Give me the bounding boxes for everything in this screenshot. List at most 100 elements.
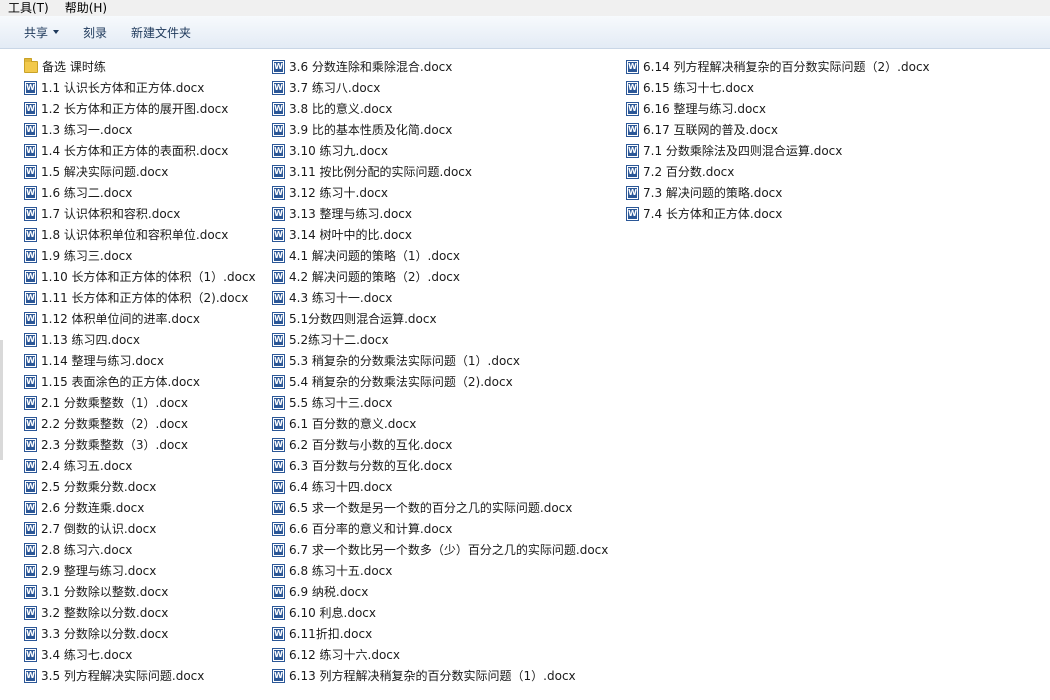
file-item[interactable]: 6.11折扣.docx: [272, 623, 608, 644]
file-name: 3.3 分数除以分数.docx: [41, 626, 169, 641]
file-name: 6.4 练习十四.docx: [289, 479, 393, 494]
file-item[interactable]: 3.1 分数除以整数.docx: [24, 581, 256, 602]
file-name: 2.6 分数连乘.docx: [41, 500, 145, 515]
file-name: 1.15 表面涂色的正方体.docx: [41, 374, 201, 389]
file-item[interactable]: 7.2 百分数.docx: [626, 161, 930, 182]
file-item[interactable]: 3.9 比的基本性质及化简.docx: [272, 119, 608, 140]
file-item[interactable]: 6.5 求一个数是另一个数的百分之几的实际问题.docx: [272, 497, 608, 518]
file-item[interactable]: 1.9 练习三.docx: [24, 245, 256, 266]
file-item[interactable]: 1.6 练习二.docx: [24, 182, 256, 203]
new-folder-button[interactable]: 新建文件夹: [119, 20, 203, 44]
file-item[interactable]: 3.3 分数除以分数.docx: [24, 623, 256, 644]
file-item[interactable]: 5.5 练习十三.docx: [272, 392, 608, 413]
word-doc-icon: [272, 59, 285, 74]
file-item[interactable]: 3.4 练习七.docx: [24, 644, 256, 665]
word-doc-icon: [626, 101, 639, 116]
file-item[interactable]: 6.17 互联网的普及.docx: [626, 119, 930, 140]
word-doc-icon: [272, 227, 285, 242]
file-item[interactable]: 1.12 体积单位间的进率.docx: [24, 308, 256, 329]
file-item[interactable]: 1.4 长方体和正方体的表面积.docx: [24, 140, 256, 161]
file-item[interactable]: 6.4 练习十四.docx: [272, 476, 608, 497]
file-item[interactable]: 2.4 练习五.docx: [24, 455, 256, 476]
file-item[interactable]: 6.1 百分数的意义.docx: [272, 413, 608, 434]
file-item[interactable]: 6.12 练习十六.docx: [272, 644, 608, 665]
file-item[interactable]: 1.7 认识体积和容积.docx: [24, 203, 256, 224]
file-item[interactable]: 7.4 长方体和正方体.docx: [626, 203, 930, 224]
file-name: 6.17 互联网的普及.docx: [643, 122, 779, 137]
file-item[interactable]: 3.2 整数除以分数.docx: [24, 602, 256, 623]
file-item[interactable]: 5.1分数四则混合运算.docx: [272, 308, 608, 329]
burn-button[interactable]: 刻录: [71, 20, 119, 44]
menu-help[interactable]: 帮助(H): [65, 1, 107, 15]
file-item[interactable]: 1.3 练习一.docx: [24, 119, 256, 140]
file-item[interactable]: 1.14 整理与练习.docx: [24, 350, 256, 371]
file-item[interactable]: 1.13 练习四.docx: [24, 329, 256, 350]
file-list-view[interactable]: 备选 课时练 1.1 认识长方体和正方体.docx 1.2 长方体和正方体的展开图.…: [0, 50, 1050, 700]
file-item[interactable]: 7.3 解决问题的策略.docx: [626, 182, 930, 203]
file-item[interactable]: 3.7 练习八.docx: [272, 77, 608, 98]
file-item[interactable]: 5.2练习十二.docx: [272, 329, 608, 350]
file-name: 6.8 练习十五.docx: [289, 563, 393, 578]
word-doc-icon: [272, 563, 285, 578]
file-item[interactable]: 6.10 利息.docx: [272, 602, 608, 623]
file-item[interactable]: 3.6 分数连除和乘除混合.docx: [272, 56, 608, 77]
file-item[interactable]: 2.8 练习六.docx: [24, 539, 256, 560]
file-name: 4.2 解决问题的策略（2）.docx: [289, 269, 461, 284]
file-item[interactable]: 3.8 比的意义.docx: [272, 98, 608, 119]
file-item[interactable]: 2.5 分数乘分数.docx: [24, 476, 256, 497]
file-item[interactable]: 6.9 纳税.docx: [272, 581, 608, 602]
file-item[interactable]: 1.8 认识体积单位和容积单位.docx: [24, 224, 256, 245]
file-item[interactable]: 6.13 列方程解决稍复杂的百分数实际问题（1）.docx: [272, 665, 608, 686]
file-item[interactable]: 2.7 倒数的认识.docx: [24, 518, 256, 539]
file-item[interactable]: 3.5 列方程解决实际问题.docx: [24, 665, 256, 686]
file-name: 3.8 比的意义.docx: [289, 101, 393, 116]
file-item[interactable]: 6.14 列方程解决稍复杂的百分数实际问题（2）.docx: [626, 56, 930, 77]
file-item[interactable]: 4.2 解决问题的策略（2）.docx: [272, 266, 608, 287]
file-item[interactable]: 6.16 整理与练习.docx: [626, 98, 930, 119]
file-item[interactable]: 2.6 分数连乘.docx: [24, 497, 256, 518]
word-doc-icon: [24, 101, 37, 116]
file-name: 3.5 列方程解决实际问题.docx: [41, 668, 205, 683]
file-item[interactable]: 2.9 整理与练习.docx: [24, 560, 256, 581]
file-name: 6.7 求一个数比另一个数多（少）百分之几的实际问题.docx: [289, 542, 609, 557]
word-doc-icon: [24, 164, 37, 179]
file-item[interactable]: 1.2 长方体和正方体的展开图.docx: [24, 98, 256, 119]
word-doc-icon: [24, 626, 37, 641]
file-item[interactable]: 1.1 认识长方体和正方体.docx: [24, 77, 256, 98]
menu-tools[interactable]: 工具(T): [8, 1, 49, 15]
file-item[interactable]: 7.1 分数乘除法及四则混合运算.docx: [626, 140, 930, 161]
file-item[interactable]: 2.3 分数乘整数（3）.docx: [24, 434, 256, 455]
file-name: 1.12 体积单位间的进率.docx: [41, 311, 201, 326]
file-item[interactable]: 4.3 练习十一.docx: [272, 287, 608, 308]
file-item[interactable]: 3.12 练习十.docx: [272, 182, 608, 203]
file-item[interactable]: 3.13 整理与练习.docx: [272, 203, 608, 224]
word-doc-icon: [272, 668, 285, 683]
chevron-down-icon: [53, 30, 60, 34]
file-item[interactable]: 3.11 按比例分配的实际问题.docx: [272, 161, 608, 182]
file-name: 3.12 练习十.docx: [289, 185, 389, 200]
file-item[interactable]: 1.11 长方体和正方体的体积（2).docx: [24, 287, 256, 308]
file-item[interactable]: 2.2 分数乘整数（2）.docx: [24, 413, 256, 434]
word-doc-icon: [24, 584, 37, 599]
file-item[interactable]: 1.15 表面涂色的正方体.docx: [24, 371, 256, 392]
file-item[interactable]: 6.8 练习十五.docx: [272, 560, 608, 581]
share-button[interactable]: 共享: [12, 20, 71, 44]
file-item[interactable]: 6.15 练习十七.docx: [626, 77, 930, 98]
folder-item[interactable]: 备选 课时练: [24, 56, 256, 77]
file-item[interactable]: 1.5 解决实际问题.docx: [24, 161, 256, 182]
burn-button-label: 刻录: [83, 25, 108, 40]
file-item[interactable]: 5.4 稍复杂的分数乘法实际问题（2).docx: [272, 371, 608, 392]
file-item[interactable]: 6.2 百分数与小数的互化.docx: [272, 434, 608, 455]
file-item[interactable]: 2.1 分数乘整数（1）.docx: [24, 392, 256, 413]
file-item[interactable]: 1.10 长方体和正方体的体积（1）.docx: [24, 266, 256, 287]
file-item[interactable]: 4.1 解决问题的策略（1）.docx: [272, 245, 608, 266]
file-item[interactable]: 3.14 树叶中的比.docx: [272, 224, 608, 245]
file-name: 4.1 解决问题的策略（1）.docx: [289, 248, 461, 263]
file-item[interactable]: 5.3 稍复杂的分数乘法实际问题（1）.docx: [272, 350, 608, 371]
file-name: 7.2 百分数.docx: [643, 164, 735, 179]
file-item[interactable]: 6.7 求一个数比另一个数多（少）百分之几的实际问题.docx: [272, 539, 608, 560]
file-item[interactable]: 3.10 练习九.docx: [272, 140, 608, 161]
file-item[interactable]: 6.6 百分率的意义和计算.docx: [272, 518, 608, 539]
file-item[interactable]: 6.3 百分数与分数的互化.docx: [272, 455, 608, 476]
file-name: 4.3 练习十一.docx: [289, 290, 393, 305]
